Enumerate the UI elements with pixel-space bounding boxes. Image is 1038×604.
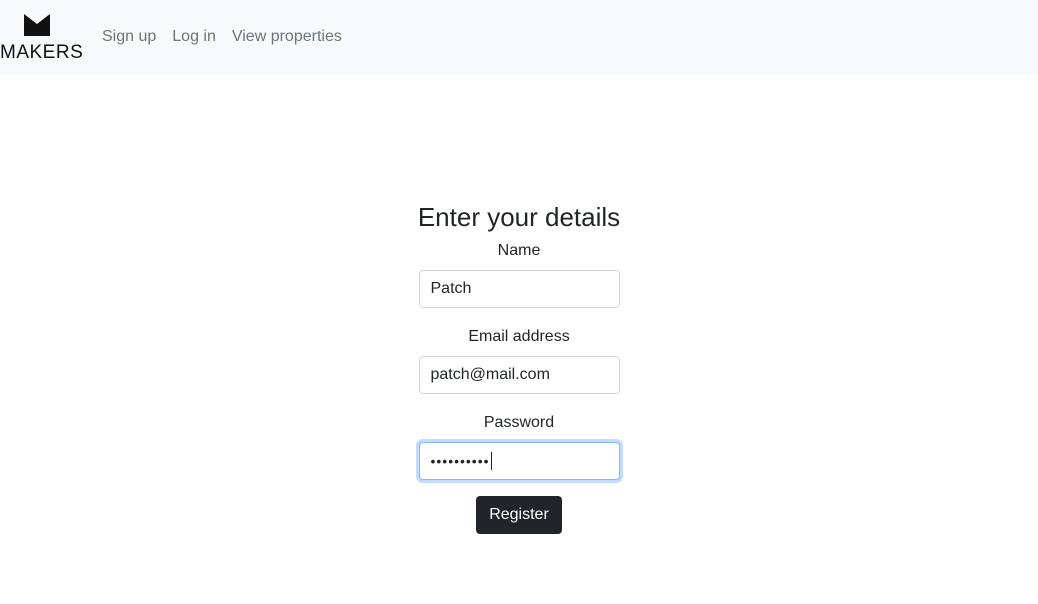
name-label: Name [497, 242, 541, 259]
makers-m-icon [24, 14, 50, 36]
signup-form: Enter your details Name Email address Pa… [0, 200, 1038, 534]
brand-name: MAKERS [0, 42, 84, 63]
form-title: Enter your details [417, 202, 621, 232]
password-masked-value: •••••••••• [430, 453, 490, 469]
nav-log-in-link[interactable]: Log in [172, 27, 216, 47]
brand-logo[interactable]: MAKERS [0, 12, 83, 63]
password-label: Password [483, 414, 555, 431]
password-input[interactable]: •••••••••• [418, 442, 620, 480]
email-label: Email address [468, 328, 570, 345]
email-input[interactable] [418, 356, 620, 394]
top-navbar: MAKERS Sign up Log in View properties [0, 0, 1038, 75]
nav-links: Sign up Log in View properties [102, 27, 342, 47]
register-button[interactable]: Register [476, 496, 562, 534]
text-caret [490, 452, 492, 470]
nav-sign-up-link[interactable]: Sign up [102, 27, 156, 47]
name-input[interactable] [418, 270, 620, 308]
nav-view-properties-link[interactable]: View properties [232, 27, 342, 47]
